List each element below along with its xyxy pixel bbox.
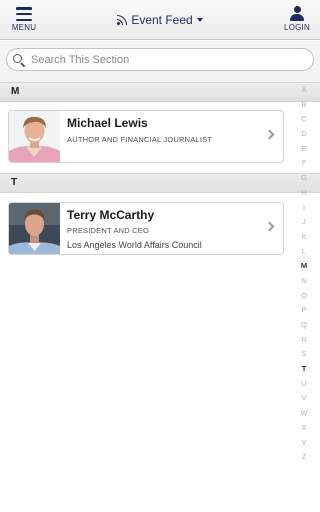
index-letter-v[interactable]: V [296,391,312,406]
search-input[interactable] [31,49,301,70]
avatar [9,111,60,162]
index-letter-l[interactable]: L [296,245,312,260]
index-letter-c[interactable]: C [296,112,312,127]
menu-label: MENU [11,23,37,32]
index-letter-t[interactable]: T [296,362,312,377]
page-title: Event Feed [131,13,193,27]
login-button[interactable]: LOGIN [280,0,314,40]
index-letter-q[interactable]: Q [296,318,312,333]
index-letter-w[interactable]: W [296,406,312,421]
caret-down-icon [196,18,203,22]
index-letter-y[interactable]: Y [296,436,312,451]
person-title: AUTHOR AND FINANCIAL JOURNALIST [67,135,213,144]
person-title: PRESIDENT AND CEO [67,226,150,235]
index-letter-m[interactable]: M [296,259,312,274]
search-box[interactable] [6,48,314,71]
index-letter-j[interactable]: J [296,215,312,230]
person-card-terry-mccarthy[interactable]: Terry McCarthy PRESIDENT AND CEO Los Ang… [8,202,284,255]
index-letter-g[interactable]: G [296,171,312,186]
person-card-michael-lewis[interactable]: Michael Lewis AUTHOR AND FINANCIAL JOURN… [8,110,284,163]
search-icon [13,53,25,67]
person-icon [290,6,304,21]
index-letter-u[interactable]: U [296,377,312,392]
section-header-m: M [0,82,320,102]
hamburger-icon [16,7,32,21]
index-letter-a[interactable]: A [296,83,312,98]
chevron-right-icon [264,129,275,140]
index-letter-n[interactable]: N [296,274,312,289]
avatar [9,203,60,254]
index-letter-z[interactable]: Z [296,450,312,465]
search-bar [0,41,320,82]
section-header-t: T [0,173,320,193]
rss-icon [117,15,128,25]
index-letter-o[interactable]: O [296,289,312,304]
index-letter-p[interactable]: P [296,303,312,318]
index-letter-f[interactable]: F [296,156,312,171]
person-organization: Los Angeles World Affairs Council [67,240,202,250]
index-letter-b[interactable]: B [296,98,312,113]
index-letter-r[interactable]: R [296,333,312,348]
app-header: MENU Event Feed LOGIN [0,0,320,40]
index-letter-k[interactable]: K [296,230,312,245]
person-name: Terry McCarthy [67,208,155,222]
index-letter-x[interactable]: X [296,421,312,436]
menu-button[interactable]: MENU [8,0,40,40]
alphabet-index[interactable]: ABCDEFGHIJKLMNOPQRSTUVWXYZ [296,83,312,465]
event-feed-title-dropdown[interactable]: Event Feed [117,13,203,27]
index-letter-s[interactable]: S [296,347,312,362]
index-letter-i[interactable]: I [296,201,312,216]
index-letter-h[interactable]: H [296,186,312,201]
index-letter-d[interactable]: D [296,127,312,142]
index-letter-e[interactable]: E [296,142,312,157]
person-name: Michael Lewis [67,116,148,130]
chevron-right-icon [264,221,275,232]
login-label: LOGIN [284,23,310,32]
